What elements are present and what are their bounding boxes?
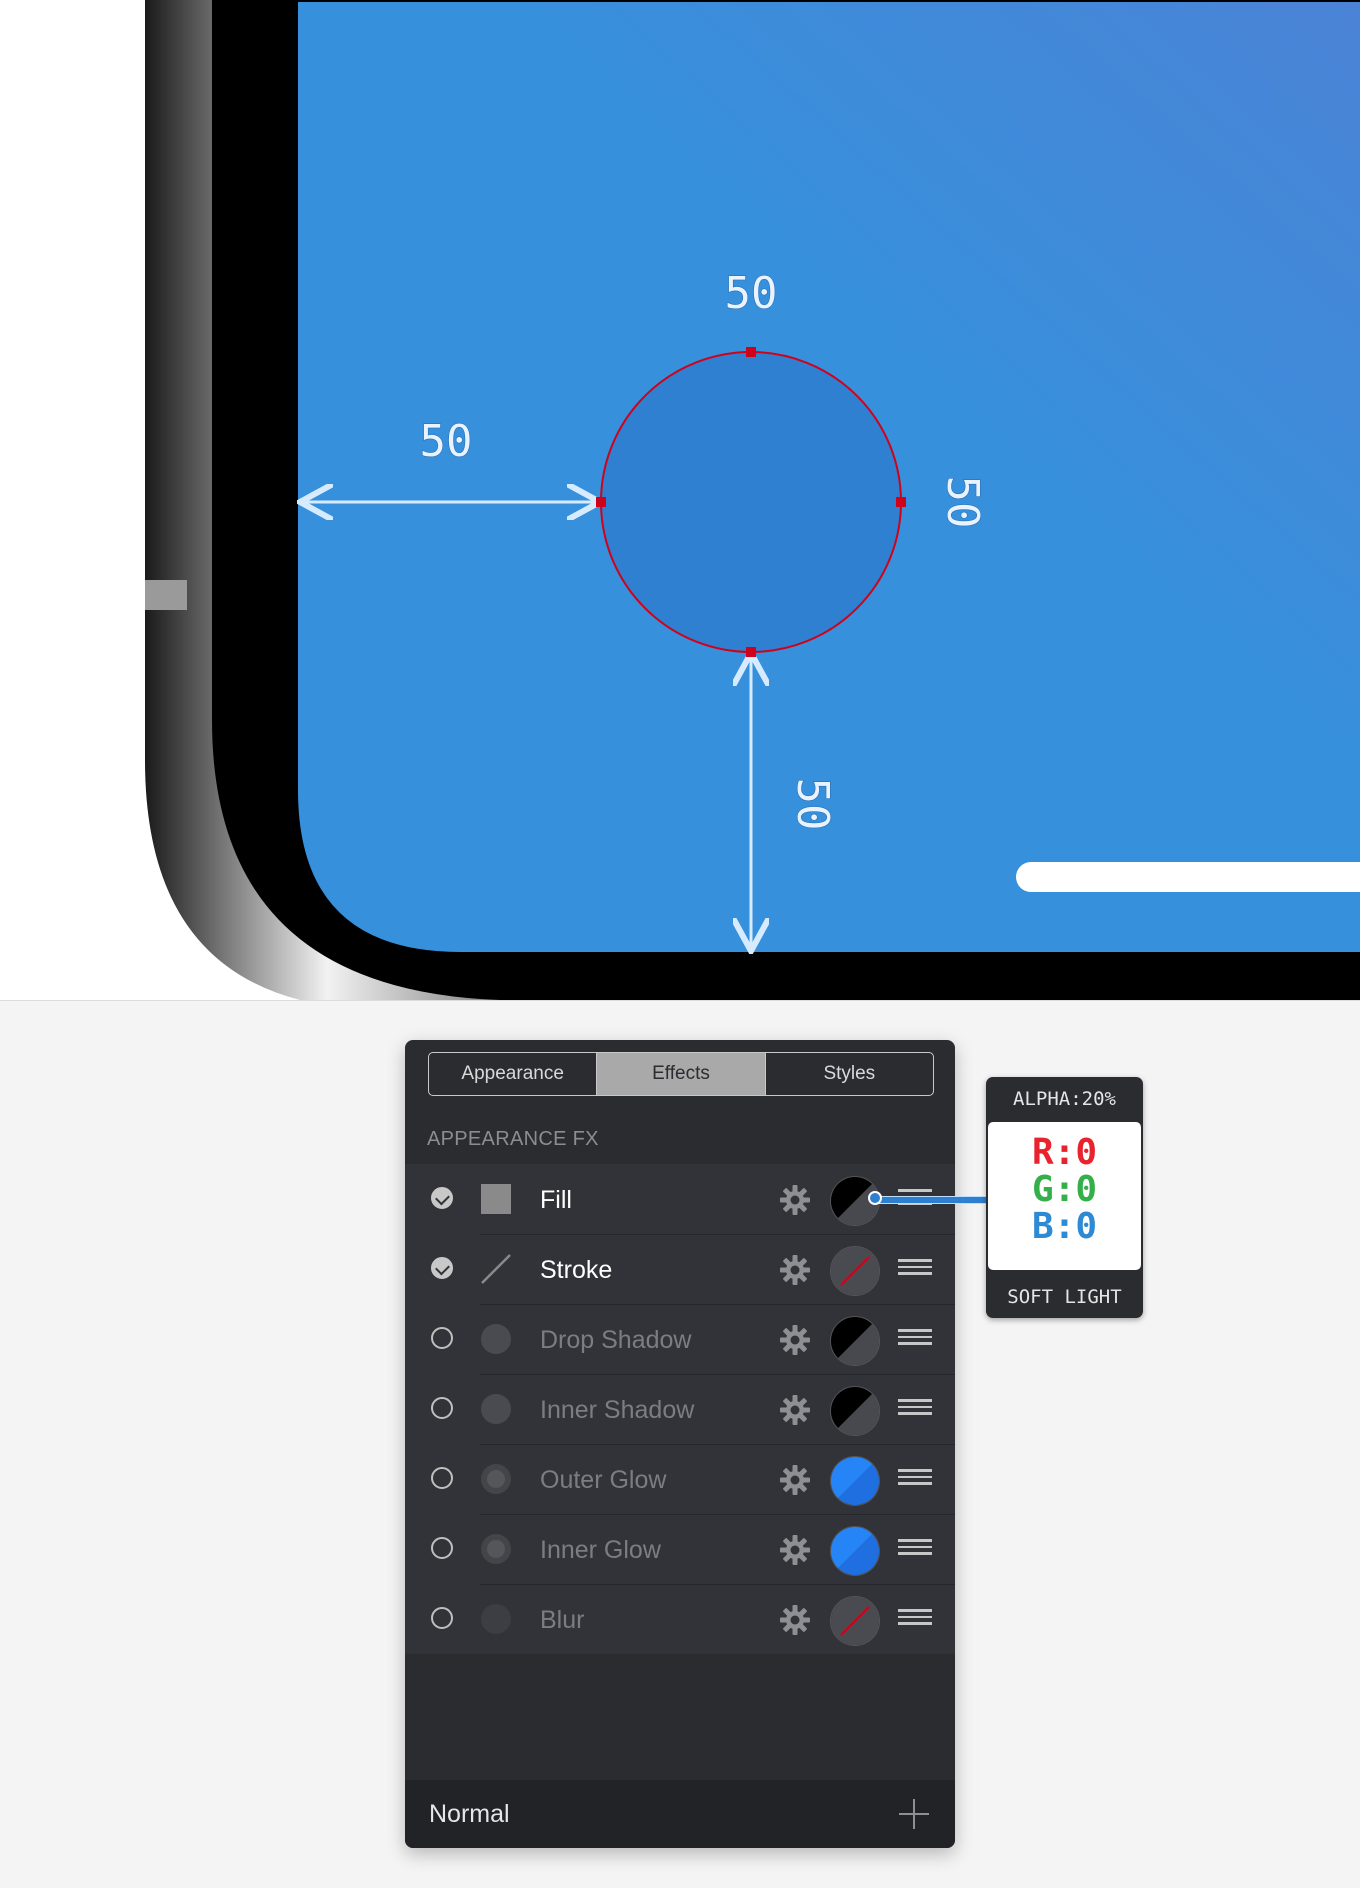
effect-row-inner-shadow[interactable]: Inner Shadow [405,1374,955,1444]
effect-label: Stroke [540,1256,613,1284]
gear-icon[interactable] [778,1323,812,1357]
effect-row-outer-glow[interactable]: Outer Glow [405,1444,955,1514]
shadow-dot-icon [480,1323,512,1355]
color-swatch[interactable] [830,1456,880,1506]
color-swatch[interactable] [830,1246,880,1296]
drag-handle-icon[interactable] [898,1259,932,1277]
side-button [145,580,187,610]
effect-label: Outer Glow [540,1466,667,1494]
effect-label: Inner Shadow [540,1396,695,1424]
appearance-panel: Appearance Effects Styles APPEARANCE FX … [405,1040,955,1848]
line-icon [480,1253,512,1285]
gear-icon[interactable] [778,1463,812,1497]
glow-dot-icon [480,1533,512,1565]
blend-mode-value: SOFT LIGHT [1007,1286,1122,1308]
gear-icon[interactable] [778,1533,812,1567]
square-icon [480,1183,512,1215]
effect-toggle-checkbox[interactable] [431,1467,453,1489]
panel-footer: Normal [405,1780,955,1848]
tab-appearance[interactable]: Appearance [429,1053,598,1095]
effect-row-drop-shadow[interactable]: Drop Shadow [405,1304,955,1374]
anchor-point-bottom [746,647,756,657]
tab-effects[interactable]: Effects [597,1053,766,1095]
red-value: R:0 [1031,1132,1098,1173]
drag-handle-icon[interactable] [898,1609,932,1627]
gear-icon[interactable] [778,1253,812,1287]
tooltip-connector [874,1196,986,1204]
measure-bottom-label: 50 [787,778,838,831]
anchor-point-left [596,497,606,507]
design-canvas: 50 50 50 50 [0,0,1360,1001]
color-swatch[interactable] [830,1386,880,1436]
color-info-tooltip: ALPHA:20% R:0 G:0 B:0 SOFT LIGHT [986,1077,1143,1318]
anchor-point-top [746,347,756,357]
drag-handle-icon[interactable] [898,1539,932,1557]
blue-value: B:0 [1031,1206,1098,1247]
tab-styles[interactable]: Styles [766,1053,933,1095]
gear-icon[interactable] [778,1603,812,1637]
green-value: G:0 [1031,1169,1098,1210]
effect-toggle-checkbox[interactable] [431,1537,453,1559]
blend-mode-select[interactable]: Normal [429,1800,510,1829]
effect-toggle-checkbox[interactable] [431,1397,453,1419]
shadow-dot-icon [480,1393,512,1425]
effect-toggle-checkbox[interactable] [431,1257,453,1279]
tooltip-connector-dot [868,1191,882,1205]
effects-list: Fill Stroke Drop Shadow Inner Shadow Outer G… [405,1164,955,1654]
color-swatch[interactable] [830,1596,880,1646]
effect-label: Fill [540,1186,572,1214]
phone-mockup: 50 50 50 50 [145,0,1360,1000]
circle-shape [600,351,902,653]
measure-top-label: 50 [725,268,778,319]
effect-toggle-checkbox[interactable] [431,1607,453,1629]
drag-handle-icon[interactable] [898,1469,932,1487]
effect-toggle-checkbox[interactable] [431,1187,453,1209]
effect-label: Drop Shadow [540,1326,692,1354]
glow-dot-icon [480,1463,512,1495]
section-title: APPEARANCE FX [427,1128,599,1150]
drag-handle-icon[interactable] [898,1399,932,1417]
effect-toggle-checkbox[interactable] [431,1327,453,1349]
effect-label: Blur [540,1606,585,1634]
drag-handle-icon[interactable] [898,1329,932,1347]
alpha-value: ALPHA:20% [1013,1088,1116,1110]
panel-tabs: Appearance Effects Styles [428,1052,934,1096]
anchor-point-right [896,497,906,507]
measure-left-label: 50 [420,416,473,467]
color-swatch[interactable] [830,1316,880,1366]
effect-label: Inner Glow [540,1536,661,1564]
plus-icon[interactable] [897,1797,931,1831]
color-swatch[interactable] [830,1526,880,1576]
effect-row-stroke[interactable]: Stroke [405,1234,955,1304]
rgb-values: R:0 G:0 B:0 [988,1122,1141,1270]
gear-icon[interactable] [778,1393,812,1427]
effect-row-blur[interactable]: Blur [405,1584,955,1654]
home-indicator [1016,862,1360,892]
gear-icon[interactable] [778,1183,812,1217]
measure-right-label: 50 [937,476,988,529]
effect-row-inner-glow[interactable]: Inner Glow [405,1514,955,1584]
blur-dot-icon [480,1603,512,1635]
